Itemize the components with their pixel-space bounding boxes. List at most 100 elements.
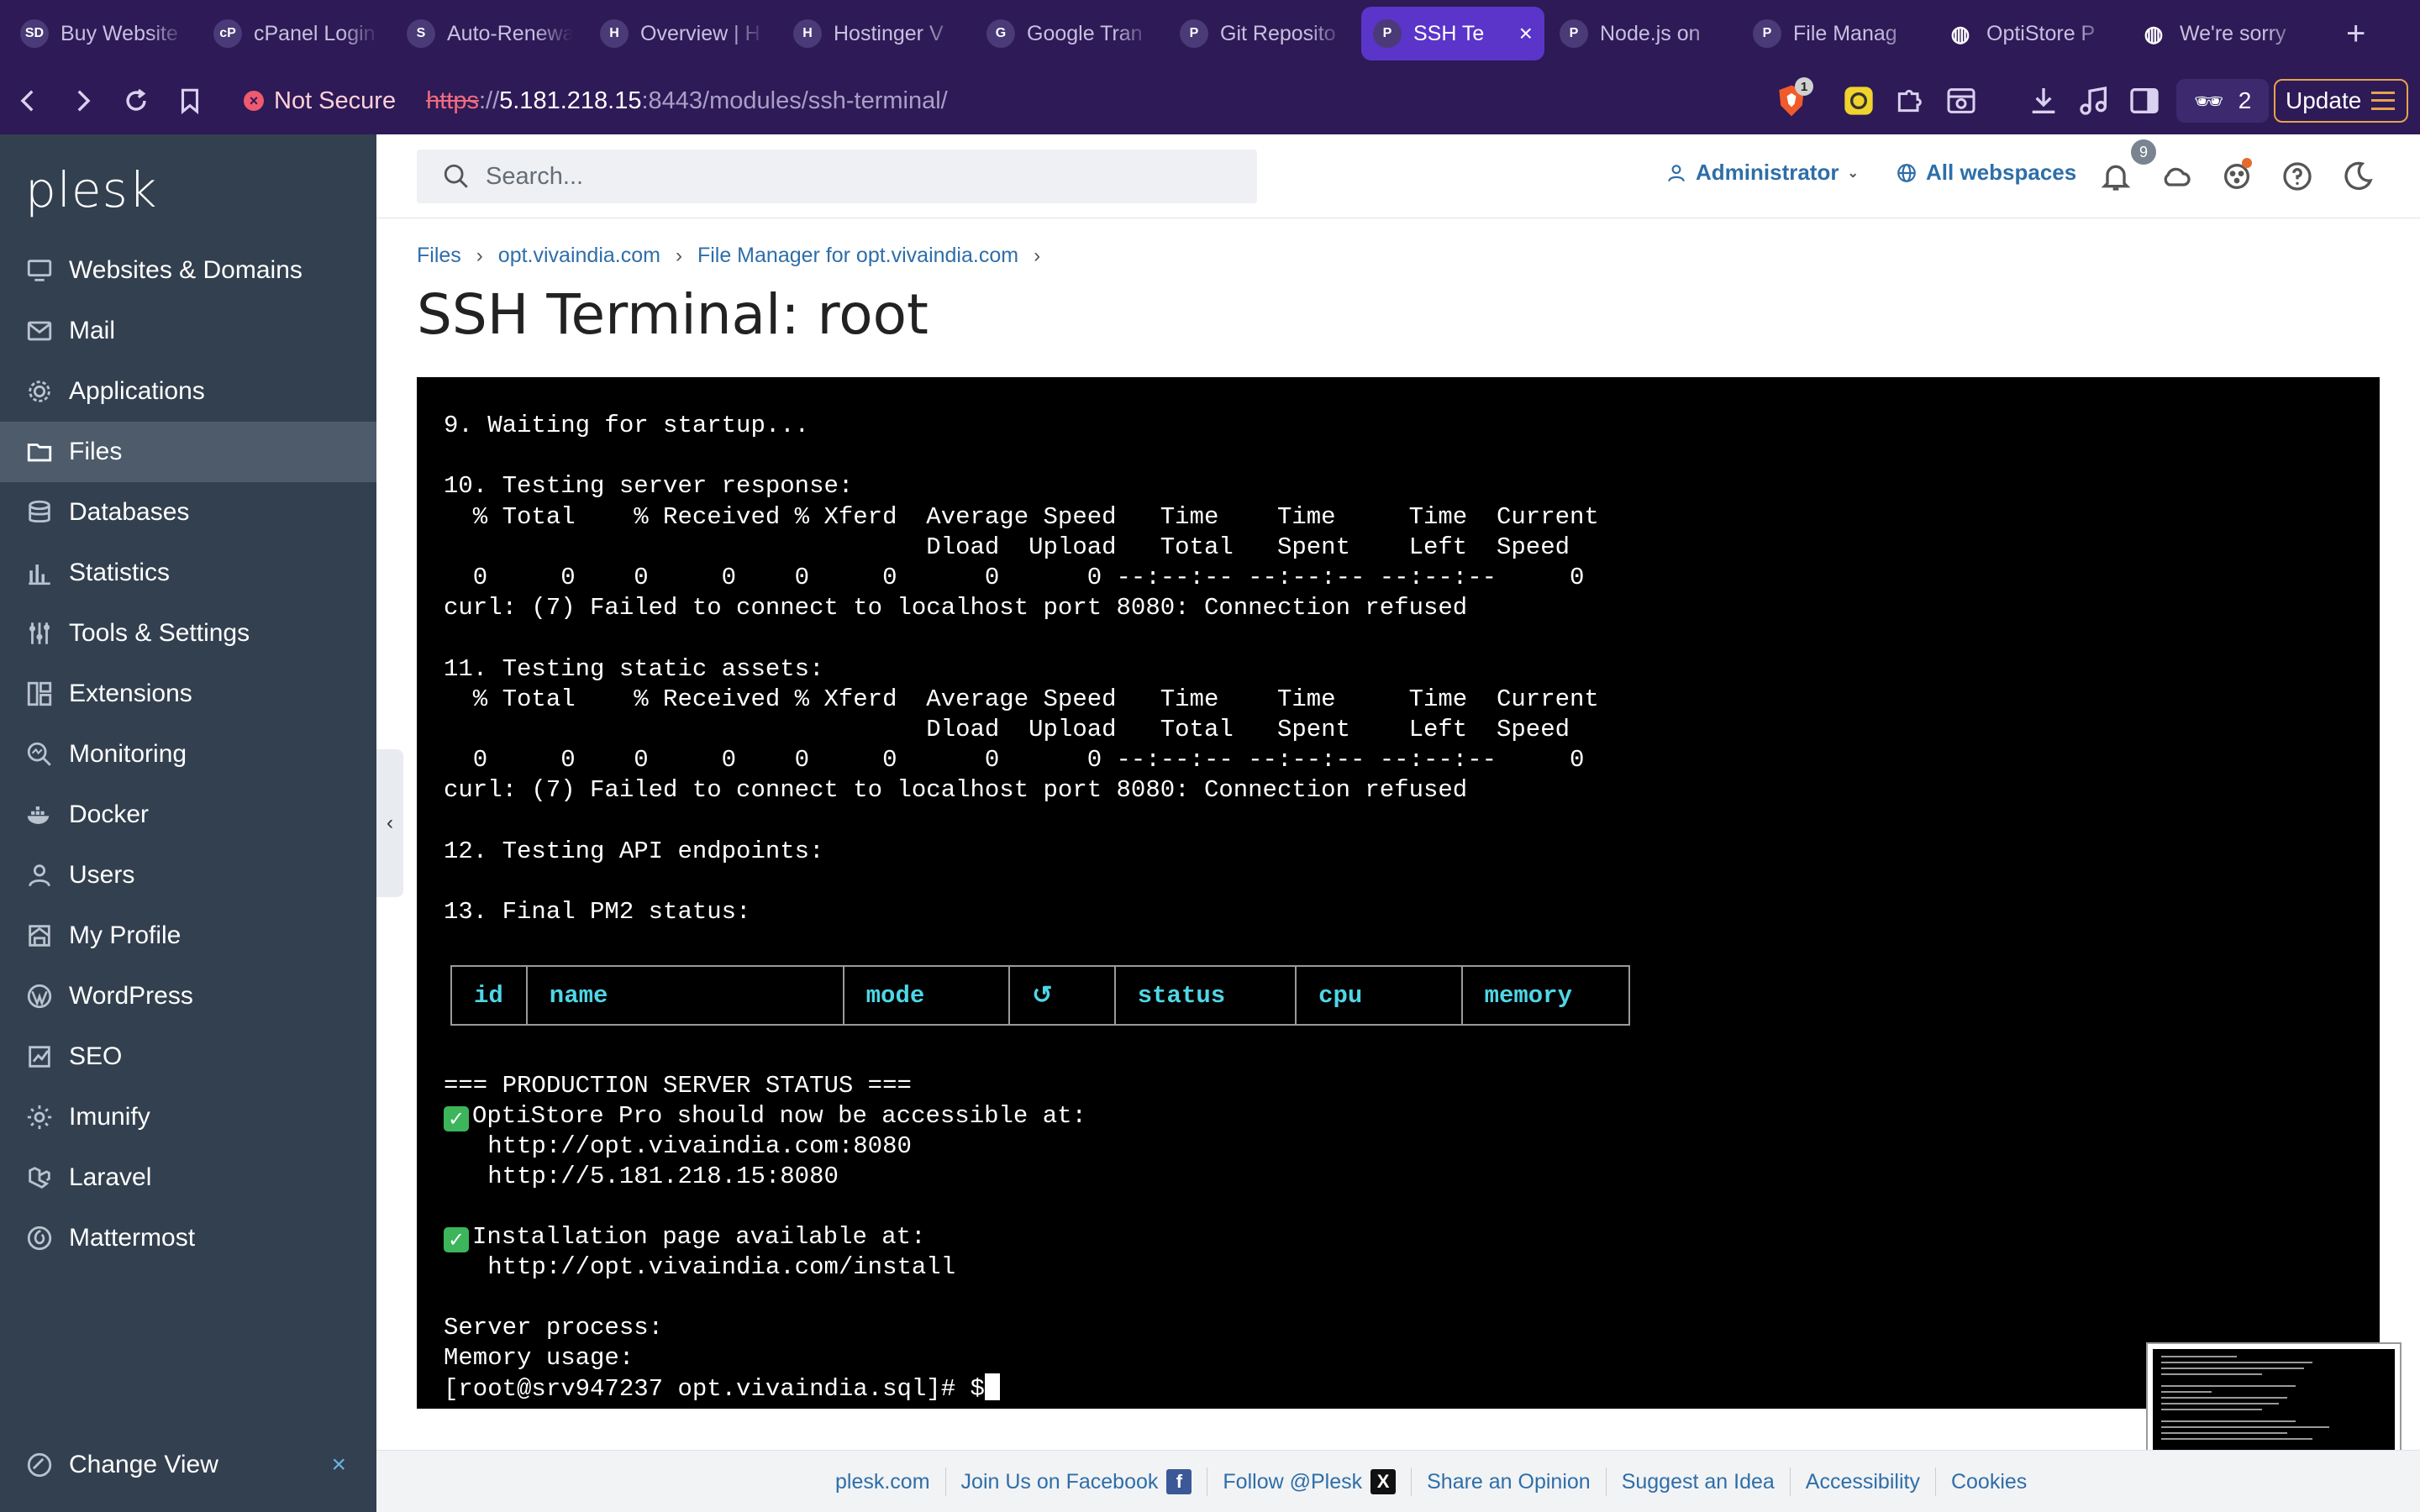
tab-title: cPanel Login (254, 21, 376, 45)
browser-tab[interactable]: ◍ OptiStore P (1934, 7, 2124, 60)
sidebar-item-docker[interactable]: Docker (0, 785, 376, 845)
sidebar-item-tools-settings[interactable]: Tools & Settings (0, 603, 376, 664)
sidebar-item-applications[interactable]: Applications (0, 361, 376, 422)
sidebar-item-label: Applications (69, 377, 205, 405)
sidebar-item-users[interactable]: Users (0, 845, 376, 906)
user-icon (29, 864, 50, 887)
breadcrumb: Files › opt.vivaindia.com › File Manager… (417, 244, 1055, 268)
notifications-icon[interactable] (2099, 160, 2133, 193)
sidebar-toggle-icon[interactable] (2128, 84, 2161, 118)
reload-icon (126, 88, 146, 111)
footer-link-cookies[interactable]: Cookies (1936, 1467, 2042, 1496)
cog-icon (27, 1105, 52, 1130)
notification-count-badge: 9 (2131, 139, 2156, 165)
sidebar-item-mail[interactable]: Mail (0, 301, 376, 361)
favicon-icon: P (1180, 19, 1208, 48)
sidebar-item-label: WordPress (69, 982, 193, 1010)
browser-tab[interactable]: H Hostinger V (781, 7, 971, 60)
reload-button[interactable] (111, 76, 161, 126)
sidebar-item-files[interactable]: Files (0, 422, 376, 482)
sidebar-item-statistics[interactable]: Statistics (0, 543, 376, 603)
globe-icon: ◍ (1950, 20, 1970, 46)
close-change-view-icon[interactable]: × (331, 1451, 346, 1479)
browser-tab[interactable]: cP cPanel Login (202, 7, 392, 60)
search-icon (444, 164, 468, 188)
browser-tab[interactable]: G Google Tran (975, 7, 1165, 60)
sidebar-item-laravel[interactable]: Laravel (0, 1147, 376, 1208)
search-input[interactable]: Search... (417, 150, 1257, 203)
bookmark-button[interactable] (165, 76, 215, 126)
puzzle-icon[interactable] (1892, 84, 1926, 118)
download-icon[interactable] (2027, 84, 2060, 118)
administrator-menu[interactable]: Administrator ⌄ (1665, 160, 1859, 186)
sidebar-item-extensions[interactable]: Extensions (0, 664, 376, 724)
ssh-terminal[interactable]: 9. Waiting for startup... 10. Testing ser… (417, 377, 2380, 1409)
sidebar-item-imunify[interactable]: Imunify (0, 1087, 376, 1147)
browser-tab[interactable]: P File Manag (1741, 7, 1931, 60)
footer-link-accessibility[interactable]: Accessibility (1791, 1467, 1936, 1496)
server-process-line: Server process: (444, 1314, 664, 1341)
breadcrumb-file-manager[interactable]: File Manager for opt.vivaindia.com (697, 244, 1018, 268)
x-logo-icon: X (1370, 1469, 1397, 1494)
footer-link-suggest[interactable]: Suggest an Idea (1607, 1467, 1791, 1496)
music-icon[interactable] (2077, 84, 2111, 118)
prompt-line[interactable]: [root@srv947237 opt.vivaindia.sql]# $ (444, 1373, 1000, 1404)
terminal-line: % Total % Received % Xferd Average Speed… (444, 503, 1599, 531)
magnifier-icon (27, 742, 51, 766)
sidebar-item-databases[interactable]: Databases (0, 482, 376, 543)
sidebar-item-websites-domains[interactable]: Websites & Domains (0, 240, 376, 301)
browser-tab[interactable]: P Node.js on (1548, 7, 1738, 60)
browser-tab[interactable]: H Overview | H (588, 7, 778, 60)
footer-link-plesk[interactable]: plesk.com (820, 1467, 946, 1496)
screenshot-icon[interactable] (1944, 84, 1978, 118)
thumbnail-line (2161, 1362, 2312, 1363)
footer-link-facebook[interactable]: Join Us on Facebook f (946, 1467, 1208, 1496)
thumbnail-line (2161, 1373, 2262, 1375)
browser-tab[interactable]: ◍ We're sorry (2128, 7, 2317, 60)
sidebar-collapse-toggle[interactable]: ‹ (376, 749, 403, 897)
footer-link-x[interactable]: Follow @Plesk X (1207, 1467, 1413, 1496)
vpn-button[interactable]: 🕶 2 (2176, 79, 2269, 123)
dark-mode-icon[interactable] (2341, 160, 2375, 193)
sidebar-item-my-profile[interactable]: My Profile (0, 906, 376, 966)
forward-button[interactable] (57, 76, 108, 126)
breadcrumb-domain[interactable]: opt.vivaindia.com (498, 244, 660, 268)
docker-icon (27, 806, 50, 824)
close-tab-icon[interactable]: × (1519, 20, 1533, 47)
facebook-icon: f (1166, 1469, 1192, 1494)
back-button[interactable] (3, 76, 54, 126)
plesk-logo[interactable]: plesk (25, 161, 157, 218)
sidebar-item-wordpress[interactable]: WordPress (0, 966, 376, 1026)
footer-link-label: Cookies (1950, 1469, 2028, 1494)
new-tab-button[interactable]: + (2346, 15, 2365, 53)
install-url-line: http://opt.vivaindia.com/install (444, 1253, 956, 1281)
sidebar-item-mattermost[interactable]: Mattermost (0, 1208, 376, 1268)
sidebar-item-monitoring[interactable]: Monitoring (0, 724, 376, 785)
breadcrumb-files[interactable]: Files (417, 244, 461, 268)
search-placeholder: Search... (486, 162, 584, 190)
not-secure-label[interactable]: Not Secure (274, 87, 396, 115)
browser-tab[interactable]: P Git Reposito (1168, 7, 1358, 60)
wordpress-icon (27, 984, 52, 1009)
tab-title: OptiStore P (1986, 21, 2096, 45)
browser-tab[interactable]: SD Buy Website (8, 7, 198, 60)
thumbnail-line (2161, 1403, 2279, 1404)
help-icon[interactable] (2281, 160, 2314, 193)
favicon-icon: P (1560, 19, 1588, 48)
footer-link-label: Suggest an Idea (1621, 1469, 1775, 1494)
pm2-column-header: ↺ (1010, 967, 1116, 1024)
webspaces-menu[interactable]: All webspaces (1896, 160, 2076, 186)
update-button[interactable]: Update (2274, 79, 2408, 123)
address-bar[interactable]: × Not Secure https://5.181.218.15:8443/m… (229, 74, 1825, 128)
footer-link-opinion[interactable]: Share an Opinion (1412, 1467, 1607, 1496)
cloud-icon[interactable] (2160, 160, 2193, 193)
extension-yellow-icon[interactable] (1842, 84, 1876, 118)
browser-tab[interactable]: S Auto-Renewal (395, 7, 585, 60)
change-view-button[interactable]: Change View × (0, 1435, 376, 1495)
thumbnail-line (2161, 1432, 2287, 1434)
thumbnail-line (2161, 1385, 2296, 1387)
browser-tab[interactable]: P SSH Te × (1361, 7, 1544, 60)
browser-nav-bar: × Not Secure https://5.181.218.15:8443/m… (0, 67, 2420, 134)
tab-title: Hostinger V (834, 21, 944, 45)
sidebar-item-seo[interactable]: SEO (0, 1026, 376, 1087)
